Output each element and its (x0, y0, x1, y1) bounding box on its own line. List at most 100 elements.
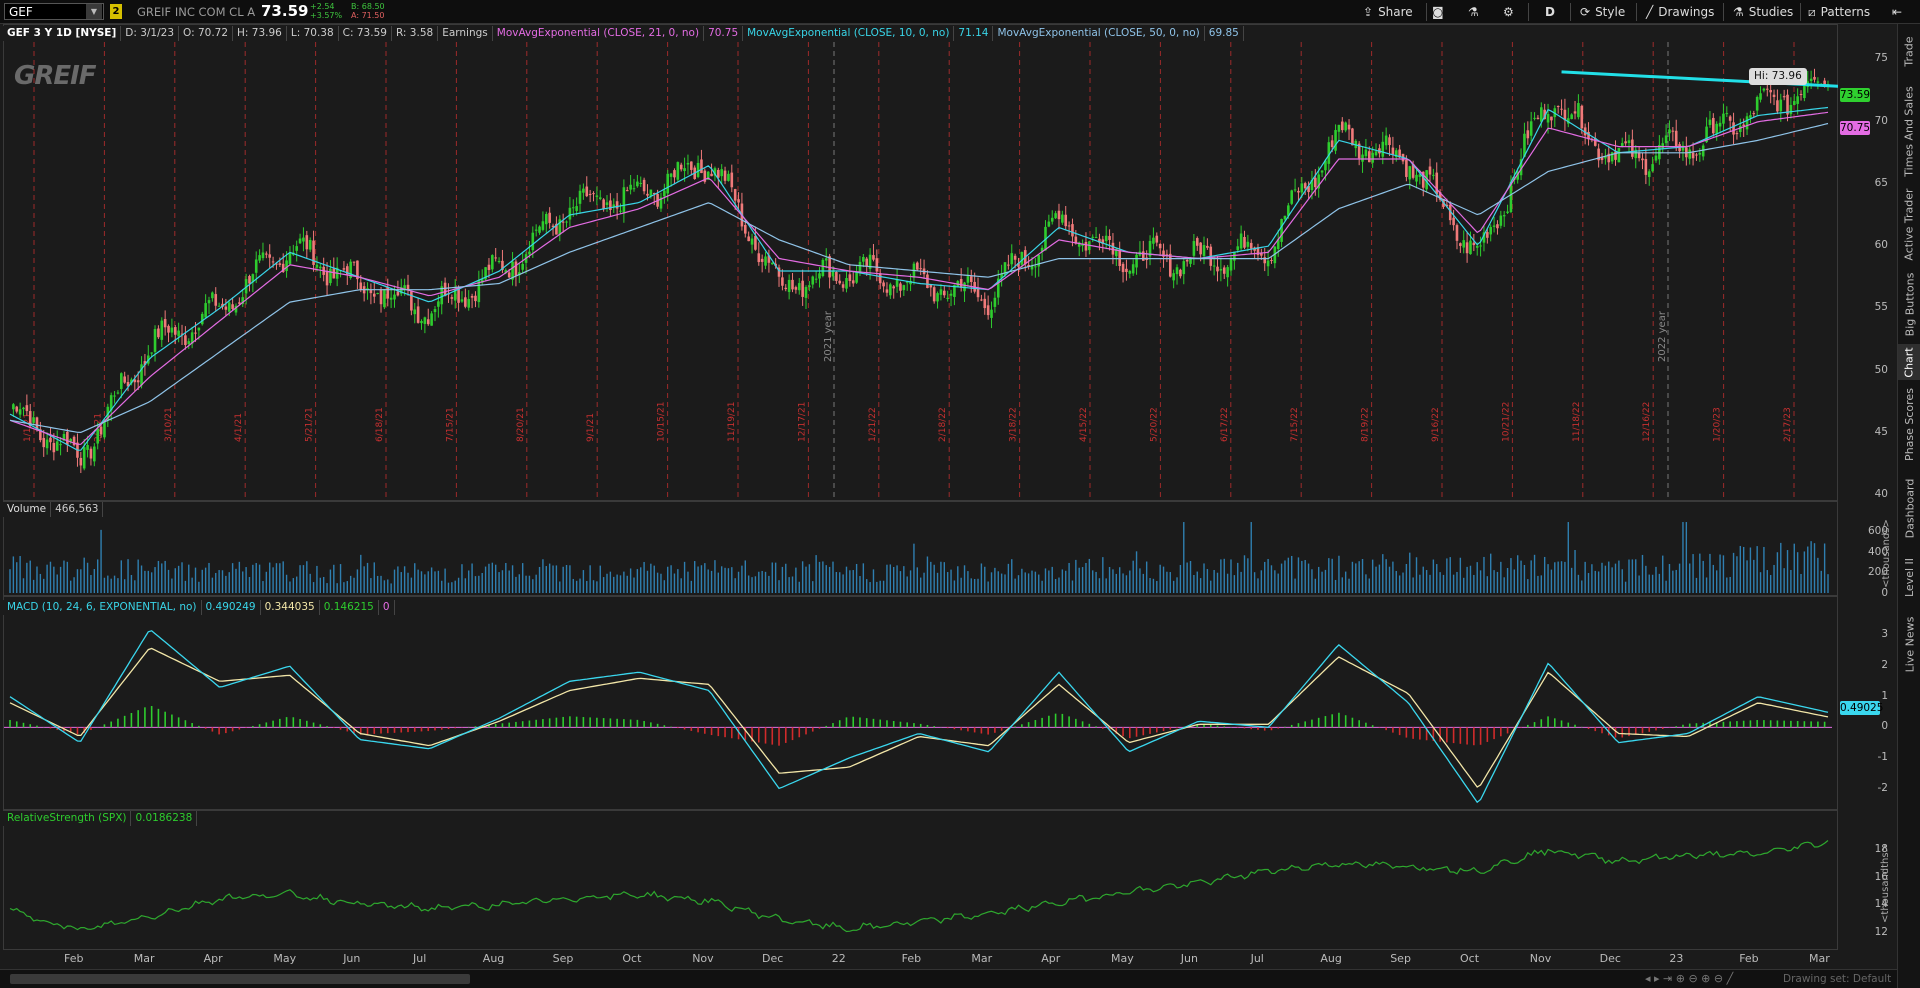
style-button[interactable]: ⟳ Style (1580, 3, 1625, 21)
drawings-button[interactable]: ╱ Drawings (1646, 3, 1714, 21)
tab-label: Dashboard (1903, 478, 1916, 538)
candle-body (1779, 99, 1783, 112)
candle-body (1624, 141, 1627, 144)
candle-body (1469, 240, 1472, 255)
zoom-controls[interactable]: ◂ ▸ ⇥ ⊕ ⊖ ⊕ ⊖ ╱ (1645, 972, 1733, 985)
last-price-tag: 73.59 (1840, 88, 1871, 102)
candle-body (1067, 225, 1071, 227)
candle-body (784, 287, 788, 290)
candle-body (1206, 245, 1209, 248)
macd-label[interactable]: MACD (10, 24, 6, EXPONENTIAL, no) (3, 600, 202, 615)
price-chart[interactable]: 1/1/21 2/1/21 3/10/21 4/1/21 5/21/21 6/18/21 7… (4, 42, 1838, 500)
candle-body (939, 289, 943, 295)
tab-level-ii[interactable]: Level II (1898, 552, 1920, 602)
candle-body (841, 284, 845, 288)
ask-price: A: 71.50 (351, 11, 385, 20)
camera-icon: ◙ (1432, 5, 1444, 19)
right-sidebar-tabs: Trade Times And Sales Active Trader Big But… (1897, 24, 1920, 988)
candle-body (700, 159, 703, 174)
link-group-badge[interactable]: 2 (110, 4, 122, 19)
volume-label[interactable]: Volume (3, 502, 52, 517)
candle-body (1141, 251, 1145, 261)
candle-body (855, 271, 858, 283)
header-range: R: 3.58 (391, 26, 439, 41)
candle-body (683, 168, 686, 172)
candle-body (123, 376, 126, 383)
tab-times-and-sales[interactable]: Times And Sales (1898, 86, 1920, 176)
ema10-value: 71.14 (954, 26, 994, 41)
candle-body (197, 327, 201, 331)
candle-body (1121, 263, 1125, 273)
candle-body (342, 268, 346, 270)
time-axis[interactable]: Feb Mar Apr May Jun Jul Aug Sep Oct Nov Dec 22 Feb Ma… (0, 950, 1838, 968)
macd-chart[interactable] (4, 616, 1838, 809)
net-change: +2.54 (310, 2, 335, 11)
candle-body (872, 255, 875, 260)
volume-chart[interactable] (4, 518, 1838, 595)
ema50-label[interactable]: MovAvgExponential (CLOSE, 50, 0, no) (993, 26, 1205, 41)
flask-button[interactable]: ⚗ (1468, 3, 1484, 21)
candle-body (231, 304, 234, 309)
patterns-button[interactable]: ⧄ Patterns (1808, 3, 1870, 21)
candle-body (602, 199, 605, 209)
top-toolbar: GEF ▼ 2 GREIF INC COM CL A 73.59 +2.54 +3… (0, 0, 1920, 24)
candle-body (1057, 210, 1061, 220)
earnings-date-label: 10/15/21 (657, 402, 667, 442)
studies-button[interactable]: ⚗ Studies (1733, 3, 1793, 21)
share-button[interactable]: ⇪ Share (1363, 3, 1413, 21)
candle-body (1195, 238, 1199, 246)
earnings-date-label: 6/18/21 (375, 407, 385, 442)
candle-body (824, 258, 828, 261)
collapse-icon[interactable]: ⇤ (1892, 3, 1902, 21)
symbol-dropdown-icon[interactable]: ▼ (86, 4, 102, 19)
candle-body (1550, 116, 1553, 121)
candle-body (1405, 159, 1408, 177)
month-label: 22 (831, 952, 846, 965)
settings-button[interactable]: ⚙ (1503, 3, 1519, 21)
ema10-label[interactable]: MovAvgExponential (CLOSE, 10, 0, no) (743, 26, 955, 41)
ema21-label[interactable]: MovAvgExponential (CLOSE, 21, 0, no) (492, 26, 705, 41)
candle-body (821, 259, 825, 276)
candle-body (1712, 117, 1715, 134)
candle-body (1243, 236, 1246, 248)
rs-label[interactable]: RelativeStrength (SPX) (3, 811, 132, 826)
candle-body (1155, 235, 1159, 243)
candle-body (1135, 254, 1138, 268)
tab-dashboard[interactable]: Dashboard (1898, 472, 1920, 544)
tab-big-buttons[interactable]: Big Buttons (1898, 272, 1920, 337)
candle-body (1367, 151, 1371, 163)
tab-active-trader[interactable]: Active Trader (1898, 184, 1920, 264)
candle-body (727, 173, 730, 181)
candle-body (757, 253, 761, 263)
earnings-label[interactable]: Earnings (438, 26, 493, 41)
studies-flask-icon: ⚗ (1733, 5, 1744, 19)
candle-body (173, 327, 177, 335)
candle-body (1216, 266, 1219, 272)
candle-body (96, 428, 99, 444)
time-scrollbar[interactable]: ◂ ▸ ⇥ ⊕ ⊖ ⊕ ⊖ ╱ Drawing set: Default (0, 969, 1897, 988)
rs-chart[interactable] (4, 827, 1838, 949)
drawing-set-status[interactable]: Drawing set: Default (1783, 973, 1891, 985)
scroll-thumb[interactable] (10, 974, 470, 984)
candle-body (1199, 242, 1202, 255)
candle-body (858, 261, 862, 272)
candle-body (1759, 93, 1762, 100)
candle-body (113, 395, 116, 397)
candle-body (187, 341, 191, 345)
symbol-description: GREIF INC COM CL A (137, 5, 256, 19)
candle-body (1428, 166, 1432, 175)
candle-body (1695, 154, 1698, 156)
snapshot-button[interactable]: ◙ (1432, 3, 1449, 21)
candle-body (93, 446, 96, 462)
candle-body (1644, 159, 1648, 175)
month-label: Aug (1320, 952, 1342, 965)
candle-body (639, 182, 643, 184)
tab-phase-scores[interactable]: Phase Scores (1898, 384, 1920, 464)
month-label: Sep (552, 952, 574, 965)
tab-live-news[interactable]: Live News (1898, 612, 1920, 677)
tab-trade[interactable]: Trade (1898, 26, 1920, 76)
month-label: Jun (1180, 952, 1198, 965)
candle-body (1061, 214, 1064, 223)
aggregation-button[interactable]: D (1545, 3, 1555, 21)
tab-chart[interactable]: Chart (1898, 344, 1920, 380)
